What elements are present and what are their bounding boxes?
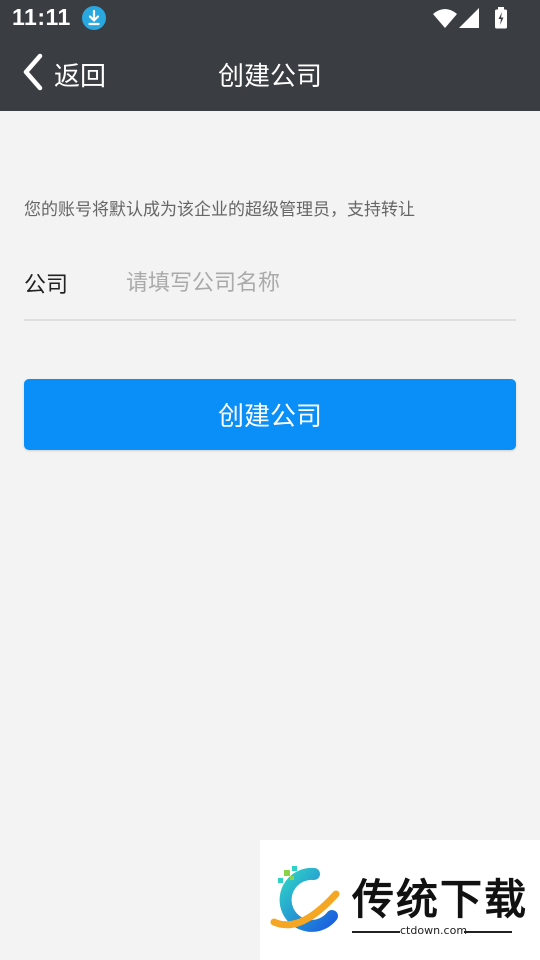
battery-charging-icon [494,7,508,33]
status-bar: 11:11 [0,0,540,36]
ctdown-logo-icon [270,864,344,940]
admin-hint-text: 您的账号将默认成为该企业的超级管理员，支持转让 [24,200,415,220]
watermark-url: ctdown.com [400,924,468,937]
watermark-divider-right [464,931,512,933]
status-time: 11:11 [12,4,71,30]
wifi-icon [432,7,458,33]
page-title: 创建公司 [217,62,322,92]
watermark: 传统下载 ctdown.com [260,840,540,960]
app-header: 返回 创建公司 [0,36,540,111]
company-name-input[interactable] [124,259,518,307]
signal-icon [458,7,480,33]
create-company-button[interactable]: 创建公司 [24,379,516,450]
company-field: 公司 [24,253,518,321]
watermark-divider-left [352,931,400,933]
watermark-title: 传统下载 [352,875,529,924]
download-icon [82,6,106,30]
company-label: 公司 [24,273,69,298]
